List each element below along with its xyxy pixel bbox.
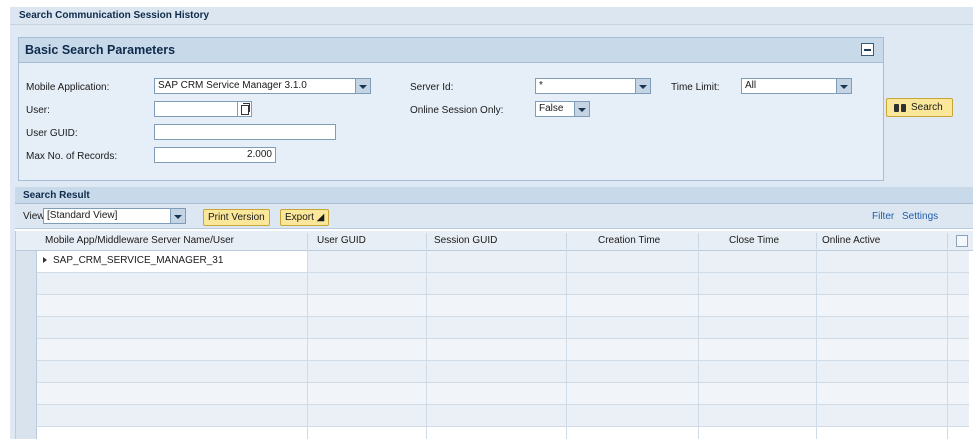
page-title: Search Communication Session History <box>10 7 973 25</box>
search-result-title: Search Result <box>15 187 973 204</box>
row-selector-column[interactable] <box>16 251 37 439</box>
server-id-dropdown-icon[interactable] <box>636 78 651 94</box>
table-row[interactable] <box>37 383 969 405</box>
column-header-creation-time[interactable]: Creation Time <box>598 235 660 246</box>
column-header-session-guid[interactable]: Session GUID <box>434 235 497 246</box>
binoculars-icon <box>893 102 907 113</box>
mobile-application-select[interactable]: SAP CRM Service Manager 3.1.0 <box>154 78 356 94</box>
max-records-label: Max No. of Records: <box>26 151 118 162</box>
settings-link[interactable]: Settings <box>902 211 938 222</box>
server-name-cell: SAP_CRM_SERVICE_MANAGER_31 <box>53 255 224 266</box>
column-header-name[interactable]: Mobile App/Middleware Server Name/User <box>45 235 234 246</box>
table-row[interactable] <box>37 317 969 339</box>
column-header-online-active[interactable]: Online Active <box>822 235 880 246</box>
search-button-label: Search <box>911 102 943 113</box>
basic-search-header: Basic Search Parameters <box>19 38 883 63</box>
online-session-only-dropdown-icon[interactable] <box>575 101 590 117</box>
expand-arrow-icon[interactable] <box>43 257 47 263</box>
max-records-input[interactable]: 2.000 <box>154 147 276 163</box>
table-header: Mobile App/Middleware Server Name/User U… <box>16 231 973 251</box>
user-input[interactable] <box>154 101 238 117</box>
column-header-user-guid[interactable]: User GUID <box>317 235 366 246</box>
column-line <box>816 251 817 439</box>
column-header-close-time[interactable]: Close Time <box>729 235 779 246</box>
result-toolbar: View [Standard View] Print Version Expor… <box>15 204 973 229</box>
app-frame: Search Communication Session History Bas… <box>10 7 973 439</box>
column-line <box>698 251 699 439</box>
column-divider <box>566 233 567 249</box>
column-divider <box>816 233 817 249</box>
time-limit-dropdown-icon[interactable] <box>837 78 852 94</box>
collapse-icon[interactable] <box>861 43 874 56</box>
user-guid-input[interactable] <box>154 124 336 140</box>
search-result-section: Search Result View [Standard View] Print… <box>15 187 973 439</box>
server-id-label: Server Id: <box>410 82 454 93</box>
time-limit-select[interactable]: All <box>741 78 837 94</box>
export-button[interactable]: Export ◢ <box>280 209 330 226</box>
mobile-application-label: Mobile Application: <box>26 82 110 93</box>
basic-search-title: Basic Search Parameters <box>25 43 176 57</box>
view-label: View <box>23 211 45 222</box>
column-line <box>566 251 567 439</box>
table-settings-icon[interactable] <box>956 235 968 247</box>
column-line <box>307 251 308 439</box>
online-session-only-label: Online Session Only: <box>410 105 504 116</box>
filter-link[interactable]: Filter <box>872 211 894 222</box>
table-row[interactable] <box>37 339 969 361</box>
user-label: User: <box>26 105 50 116</box>
column-divider <box>698 233 699 249</box>
time-limit-label: Time Limit: <box>671 82 720 93</box>
value-help-icon[interactable] <box>238 101 252 117</box>
print-version-button[interactable]: Print Version <box>203 209 270 226</box>
column-line <box>426 251 427 439</box>
search-button[interactable]: Search <box>886 98 953 117</box>
tree-cell[interactable]: SAP_CRM_SERVICE_MANAGER_31 <box>37 251 307 273</box>
column-divider <box>947 233 948 249</box>
column-divider <box>307 233 308 249</box>
table-row[interactable] <box>37 273 969 295</box>
user-guid-label: User GUID: <box>26 128 78 139</box>
table-row[interactable] <box>37 361 969 383</box>
table-row[interactable] <box>37 295 969 317</box>
view-select[interactable]: [Standard View] <box>43 208 171 224</box>
mobile-application-dropdown-icon[interactable] <box>356 78 371 94</box>
column-line <box>947 251 948 439</box>
basic-search-panel: Basic Search Parameters Mobile Applicati… <box>18 37 884 181</box>
result-table: Mobile App/Middleware Server Name/User U… <box>15 231 973 439</box>
view-dropdown-icon[interactable] <box>171 208 186 224</box>
column-divider <box>426 233 427 249</box>
table-row[interactable] <box>37 405 969 427</box>
server-id-select[interactable]: * <box>535 78 636 94</box>
online-session-only-select[interactable]: False <box>535 101 575 117</box>
